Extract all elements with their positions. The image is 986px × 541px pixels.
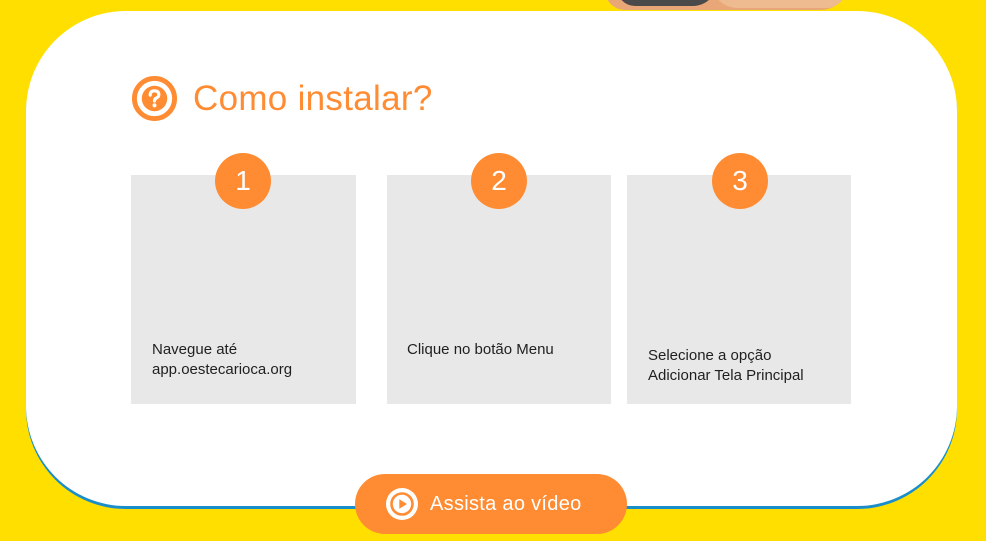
step-card-1: 1 Navegue até app.oestecarioca.org [131,153,356,404]
step-number-badge: 2 [471,153,527,209]
thumb-image [710,0,850,8]
hand-holding-phone-image [605,0,850,10]
watch-video-label: Assista ao vídeo [430,492,582,515]
step-instruction: Selecione a opção Adicionar Tela Princip… [648,347,804,384]
question-circle-icon [131,75,178,122]
step-instruction: Navegue até app.oestecarioca.org [152,341,293,378]
watch-video-button[interactable]: Assista ao vídeo [355,474,627,534]
phone-image [617,0,717,6]
step-card-3: 3 Selecione a opção Adicionar Tela Princ… [627,153,851,404]
page-title: Como instalar? [193,78,433,118]
step-number-badge: 1 [215,153,271,209]
step-card-2: 2 Clique no botão Menu [387,153,611,404]
section-heading: Como instalar? [131,75,433,122]
step-instruction: Clique no botão Menu [407,341,554,358]
step-number-badge: 3 [712,153,768,209]
play-circle-icon [386,488,418,520]
